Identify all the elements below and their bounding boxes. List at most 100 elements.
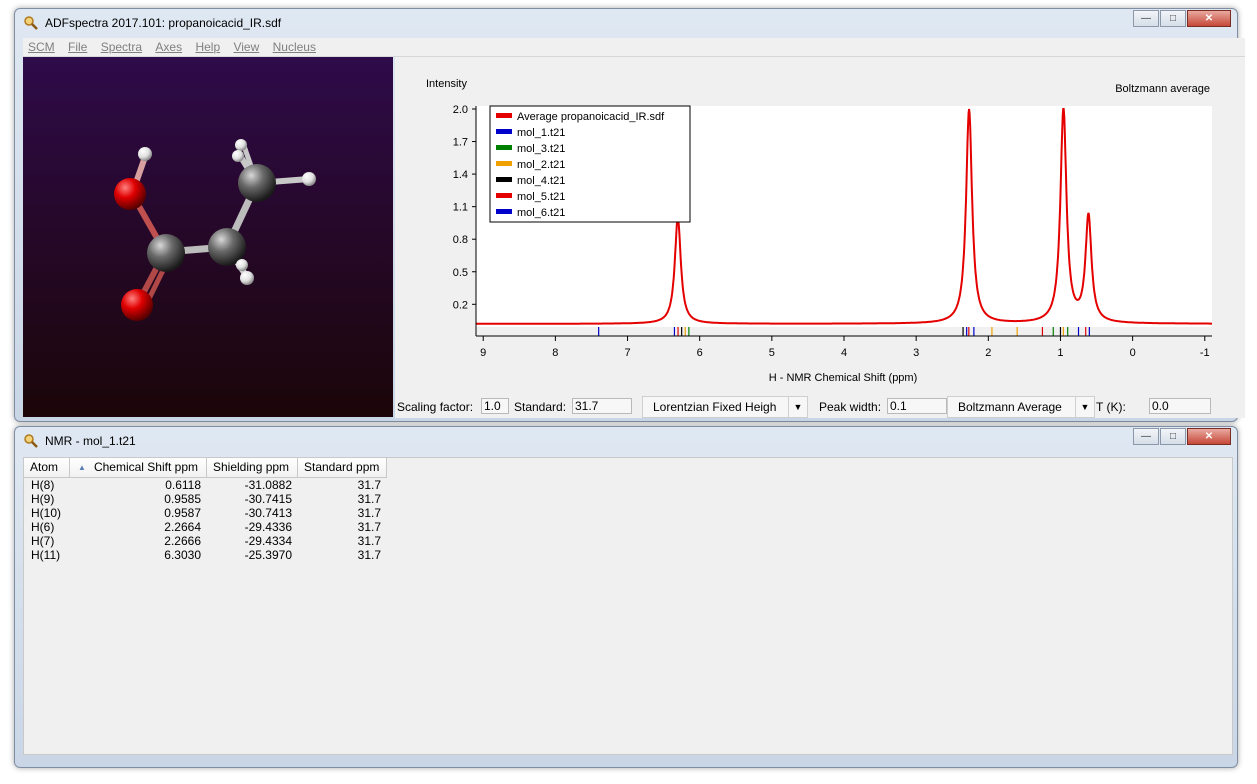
legend-swatch [496,161,512,166]
x-tick-label: 3 [913,347,919,359]
propanoic-acid-molecule-model [114,139,316,321]
column-header-standard[interactable]: Standard ppm [298,458,387,478]
menu-view[interactable]: View [233,38,259,56]
spectrum-control-bar: Scaling factor: 1.0 Standard: 31.7 Loren… [395,396,1245,418]
nmr-window-title: NMR - mol_1.t21 [45,434,136,448]
carbon-atom-carboxyl [147,234,185,272]
chemical-shift-cell: 0.6118 [165,478,201,492]
menu-spectra[interactable]: Spectra [101,38,142,56]
minimize-button[interactable]: — [1133,428,1159,445]
peak-width-input[interactable]: 0.1 [887,398,947,414]
y-axis: 2.0 1.7 1.4 1.1 0.8 0.5 0.2 [453,104,476,311]
table-row[interactable]: H(11) 6.3030 -25.3970 31.7 [24,548,387,562]
x-tick-label: 6 [697,347,703,359]
legend-swatch [496,145,512,150]
standard-cell: 31.7 [357,492,381,506]
y-tick-label: 0.8 [453,234,468,246]
nmr-shift-table: Atom ▲ Chemical Shift ppm Shielding ppm … [23,457,1233,755]
temperature-label: T (K): [1096,400,1126,414]
shielding-cell: -30.7413 [244,506,292,520]
y-tick-label: 0.2 [453,299,468,311]
menu-nucleus[interactable]: Nucleus [273,38,316,56]
main-window: ADFspectra 2017.101: propanoicacid_IR.sd… [14,8,1245,422]
table-row[interactable]: H(8) 0.6118 -31.0882 31.7 [24,478,387,492]
legend-swatch [496,193,512,198]
atom-cell: H(7) [31,534,55,548]
x-tick-label: 7 [624,347,630,359]
main-titlebar[interactable]: ADFspectra 2017.101: propanoicacid_IR.sd… [15,9,1237,39]
table-row[interactable]: H(9) 0.9585 -30.7415 31.7 [24,492,387,506]
menu-scm[interactable]: SCM [28,38,55,56]
hydrogen-atom-ch3-a [235,139,247,151]
y-tick-label: 0.5 [453,267,468,279]
y-tick-label: 1.4 [453,169,468,181]
menu-help[interactable]: Help [195,38,220,56]
oxygen-atom-carbonyl [121,289,153,321]
legend-swatch [496,129,512,134]
chevron-down-icon: ▼ [1075,397,1094,417]
x-tick-label: 9 [480,347,486,359]
nmr-titlebar[interactable]: NMR - mol_1.t21 — □ ✕ [15,427,1237,457]
hydrogen-atom-ch3-b [232,150,244,162]
maximize-button[interactable]: □ [1160,428,1186,445]
chemical-shift-cell: 2.2666 [164,534,201,548]
hydrogen-atom-ch2-b [236,259,248,271]
standard-input[interactable]: 31.7 [572,398,632,414]
close-button[interactable]: ✕ [1187,10,1231,27]
menu-file[interactable]: File [68,38,87,56]
main-window-title: ADFspectra 2017.101: propanoicacid_IR.sd… [45,16,282,30]
shielding-cell: -31.0882 [244,478,292,492]
molecule-3d-viewer[interactable] [23,57,393,417]
hydrogen-atom-ch2-a [240,271,254,285]
x-tick-label: 8 [552,347,558,359]
shielding-cell: -30.7415 [244,492,292,506]
x-tick-label: 2 [985,347,991,359]
standard-cell: 31.7 [357,534,381,548]
maximize-button[interactable]: □ [1160,10,1186,27]
legend-swatch [496,113,512,118]
nmr-window: NMR - mol_1.t21 — □ ✕ Atom ▲ Chemical Sh… [14,426,1238,768]
atom-cell: H(6) [31,520,55,534]
averaging-value: Boltzmann Average [958,400,1062,414]
standard-cell: 31.7 [357,548,381,562]
column-header-chemical-shift[interactable]: ▲ Chemical Shift ppm [70,458,207,478]
x-tick-label: 0 [1130,347,1136,359]
legend-entry: mol_4.t21 [517,175,565,187]
column-header-shielding[interactable]: Shielding ppm [207,458,298,478]
scaling-factor-input[interactable]: 1.0 [481,398,509,414]
nmr-spectrum-chart[interactable]: Intensity Boltzmann average 2.0 1.7 1.4 1.1… [395,57,1245,396]
atom-cell: H(8) [31,478,55,492]
standard-label: Standard: [514,400,567,414]
average-mode-label: Boltzmann average [1115,83,1210,95]
table-row[interactable]: H(7) 2.2666 -29.4334 31.7 [24,534,387,548]
table-row[interactable]: H(10) 0.9587 -30.7413 31.7 [24,506,387,520]
lineshape-select[interactable]: Lorentzian Fixed Heigh ▼ [642,396,808,418]
y-tick-label: 1.1 [453,202,468,214]
oxygen-atom-hydroxyl [114,178,146,210]
adfspectra-app-icon [23,15,39,31]
atom-cell: H(10) [31,506,62,520]
atom-cell: H(11) [31,548,61,562]
legend-entry: mol_6.t21 [517,207,565,219]
chemical-shift-cell: 2.2664 [164,520,201,534]
shielding-cell: -29.4336 [244,520,292,534]
table-row[interactable]: H(6) 2.2664 -29.4336 31.7 [24,520,387,534]
temperature-input[interactable]: 0.0 [1149,398,1211,414]
column-header-atom[interactable]: Atom [24,458,70,478]
x-tick-label: 4 [841,347,847,359]
minimize-button[interactable]: — [1133,10,1159,27]
menu-bar: SCM File Spectra Axes Help View Nucleus [23,38,1245,57]
close-button[interactable]: ✕ [1187,428,1231,445]
spectrum-plot-area: Intensity Boltzmann average 2.0 1.7 1.4 1.1… [395,57,1245,396]
hydrogen-atom-ch3-c [302,172,316,186]
legend-entry: mol_5.t21 [517,191,565,203]
carbon-atom-ch3 [238,164,276,202]
shielding-cell: -29.4334 [244,534,292,548]
x-tick-label: -1 [1200,347,1210,359]
adfspectra-app-icon [23,433,39,449]
averaging-select[interactable]: Boltzmann Average ▼ [947,396,1095,418]
menu-axes[interactable]: Axes [155,38,182,56]
x-axis: 9 8 7 6 5 4 3 2 1 0 -1 [480,336,1210,359]
table-body: H(8) 0.6118 -31.0882 31.7 H(9) 0.9585 -3… [24,478,387,562]
legend-entry: Average propanoicacid_IR.sdf [517,111,665,123]
